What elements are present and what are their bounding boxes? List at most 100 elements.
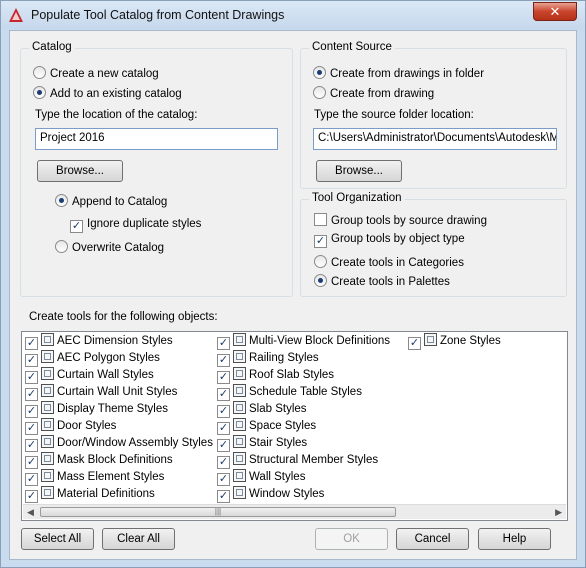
horizontal-scrollbar[interactable]: ◀ ||| ▶ — [23, 504, 566, 519]
clear-all-button[interactable]: Clear All — [102, 528, 175, 550]
tool-organization-group-title: Tool Organization — [309, 192, 405, 204]
checkbox-indicator[interactable]: ✓ — [217, 337, 230, 350]
catalog-location-input[interactable]: Project 2016 — [35, 128, 278, 150]
checkbox-indicator[interactable]: ✓ — [217, 490, 230, 503]
create-in-palettes-radio[interactable]: Create tools in Palettes — [314, 274, 450, 288]
stair-icon — [233, 435, 246, 448]
objects-listbox[interactable]: ✓ AEC Dimension Styles ✓ AEC Polygon Styles… — [21, 331, 568, 521]
radio-indicator — [55, 240, 68, 253]
catalog-browse-button[interactable]: Browse... — [37, 160, 123, 182]
object-list-item[interactable]: ✓ Window Styles — [217, 486, 390, 503]
append-to-catalog-radio[interactable]: Append to Catalog — [55, 194, 167, 208]
cancel-button[interactable]: Cancel — [396, 528, 469, 550]
source-folder-label: Type the source folder location: — [314, 109, 474, 121]
wall-icon — [233, 469, 246, 482]
checkbox-indicator[interactable]: ✓ — [408, 337, 421, 350]
object-list-item[interactable]: ✓ Door Styles — [25, 418, 213, 435]
checkbox-indicator[interactable]: ✓ — [25, 371, 38, 384]
checkbox-indicator[interactable]: ✓ — [25, 354, 38, 367]
select-all-button[interactable]: Select All — [21, 528, 94, 550]
checkbox-indicator — [314, 213, 327, 226]
checkbox-indicator[interactable]: ✓ — [25, 456, 38, 469]
checkbox-indicator[interactable]: ✓ — [25, 422, 38, 435]
autodesk-app-icon — [9, 8, 23, 22]
object-list-item[interactable]: ✓ Schedule Table Styles — [217, 384, 390, 401]
content-source-group: Content Source Create from drawings in f… — [300, 41, 567, 189]
ok-button[interactable]: OK — [315, 528, 388, 550]
create-from-drawing-radio[interactable]: Create from drawing — [313, 86, 434, 100]
create-in-categories-radio[interactable]: Create tools in Categories — [314, 255, 464, 269]
catalog-group-title: Catalog — [29, 41, 75, 53]
object-list-item[interactable]: ✓ Slab Styles — [217, 401, 390, 418]
source-folder-input[interactable]: C:\Users\Administrator\Documents\Autodes… — [313, 128, 557, 150]
object-label: Slab Styles — [249, 403, 307, 415]
railing-icon — [233, 350, 246, 363]
checkbox-indicator[interactable]: ✓ — [217, 371, 230, 384]
multi-view-block-icon — [233, 333, 246, 346]
object-list-item[interactable]: ✓ Door/Window Assembly Styles — [25, 435, 213, 452]
checkbox-indicator[interactable]: ✓ — [217, 422, 230, 435]
object-list-item[interactable]: ✓ Mask Block Definitions — [25, 452, 213, 469]
object-list-item[interactable]: ✓ Curtain Wall Styles — [25, 367, 213, 384]
checkbox-indicator[interactable]: ✓ — [25, 490, 38, 503]
object-list-item[interactable]: ✓ Zone Styles — [408, 333, 501, 350]
close-button[interactable]: ✕ — [533, 2, 577, 21]
catalog-location-label: Type the location of the catalog: — [35, 109, 198, 121]
object-list-item[interactable]: ✓ Stair Styles — [217, 435, 390, 452]
checkbox-indicator[interactable]: ✓ — [25, 337, 38, 350]
object-label: Wall Styles — [249, 471, 306, 483]
checkbox-indicator: ✓ — [70, 220, 83, 233]
object-list-item[interactable]: ✓ Display Theme Styles — [25, 401, 213, 418]
create-new-catalog-radio[interactable]: Create a new catalog — [33, 66, 159, 80]
checkbox-indicator[interactable]: ✓ — [217, 456, 230, 469]
radio-indicator — [33, 66, 46, 79]
checkbox-indicator[interactable]: ✓ — [25, 439, 38, 452]
object-list-item[interactable]: ✓ Curtain Wall Unit Styles — [25, 384, 213, 401]
create-from-folder-radio[interactable]: Create from drawings in folder — [313, 66, 484, 80]
slab-icon — [233, 401, 246, 414]
scroll-right-icon[interactable]: ▶ — [555, 507, 562, 518]
group-by-source-drawing-checkbox[interactable]: Group tools by source drawing — [314, 213, 487, 227]
object-list-item[interactable]: ✓ AEC Dimension Styles — [25, 333, 213, 350]
object-list-item[interactable]: ✓ Wall Styles — [217, 469, 390, 486]
object-label: AEC Dimension Styles — [57, 335, 173, 347]
object-list-item[interactable]: ✓ Railing Styles — [217, 350, 390, 367]
object-list-item[interactable]: ✓ AEC Polygon Styles — [25, 350, 213, 367]
zone-icon — [424, 333, 437, 346]
checkbox-indicator[interactable]: ✓ — [217, 354, 230, 367]
object-label: Curtain Wall Unit Styles — [57, 386, 178, 398]
structural-member-icon — [233, 452, 246, 465]
checkbox-indicator[interactable]: ✓ — [217, 388, 230, 401]
overwrite-catalog-radio[interactable]: Overwrite Catalog — [55, 240, 164, 254]
checkbox-indicator: ✓ — [314, 235, 327, 248]
scroll-left-icon[interactable]: ◀ — [27, 507, 34, 518]
scrollbar-thumb[interactable]: ||| — [40, 507, 396, 517]
radio-indicator — [313, 66, 326, 79]
object-list-item[interactable]: ✓ Space Styles — [217, 418, 390, 435]
group-by-object-type-checkbox[interactable]: ✓ Group tools by object type — [314, 233, 465, 248]
object-label: Schedule Table Styles — [249, 386, 362, 398]
checkbox-indicator[interactable]: ✓ — [217, 473, 230, 486]
checkbox-indicator[interactable]: ✓ — [217, 405, 230, 418]
object-label: Space Styles — [249, 420, 317, 432]
help-button[interactable]: Help — [478, 528, 551, 550]
dialog-window: Populate Tool Catalog from Content Drawi… — [0, 0, 586, 568]
object-list-item[interactable]: ✓ Multi-View Block Definitions — [217, 333, 390, 350]
object-label: Display Theme Styles — [57, 403, 168, 415]
checkbox-indicator[interactable]: ✓ — [25, 405, 38, 418]
object-list-item[interactable]: ✓ Mass Element Styles — [25, 469, 213, 486]
add-existing-catalog-radio[interactable]: Add to an existing catalog — [33, 86, 182, 100]
object-list-item[interactable]: ✓ Material Definitions — [25, 486, 213, 503]
source-browse-button[interactable]: Browse... — [316, 160, 402, 182]
object-list-item[interactable]: ✓ Structural Member Styles — [217, 452, 390, 469]
ignore-duplicate-styles-checkbox[interactable]: ✓ Ignore duplicate styles — [70, 218, 201, 233]
object-label: Mask Block Definitions — [57, 454, 173, 466]
object-label: Curtain Wall Styles — [57, 369, 154, 381]
checkbox-indicator[interactable]: ✓ — [217, 439, 230, 452]
checkbox-indicator[interactable]: ✓ — [25, 388, 38, 401]
object-label: Stair Styles — [249, 437, 308, 449]
checkbox-indicator[interactable]: ✓ — [25, 473, 38, 486]
object-list-item[interactable]: ✓ Roof Slab Styles — [217, 367, 390, 384]
window-title: Populate Tool Catalog from Content Drawi… — [31, 8, 285, 22]
objects-column-1: ✓ AEC Dimension Styles ✓ AEC Polygon Styles… — [25, 333, 213, 503]
